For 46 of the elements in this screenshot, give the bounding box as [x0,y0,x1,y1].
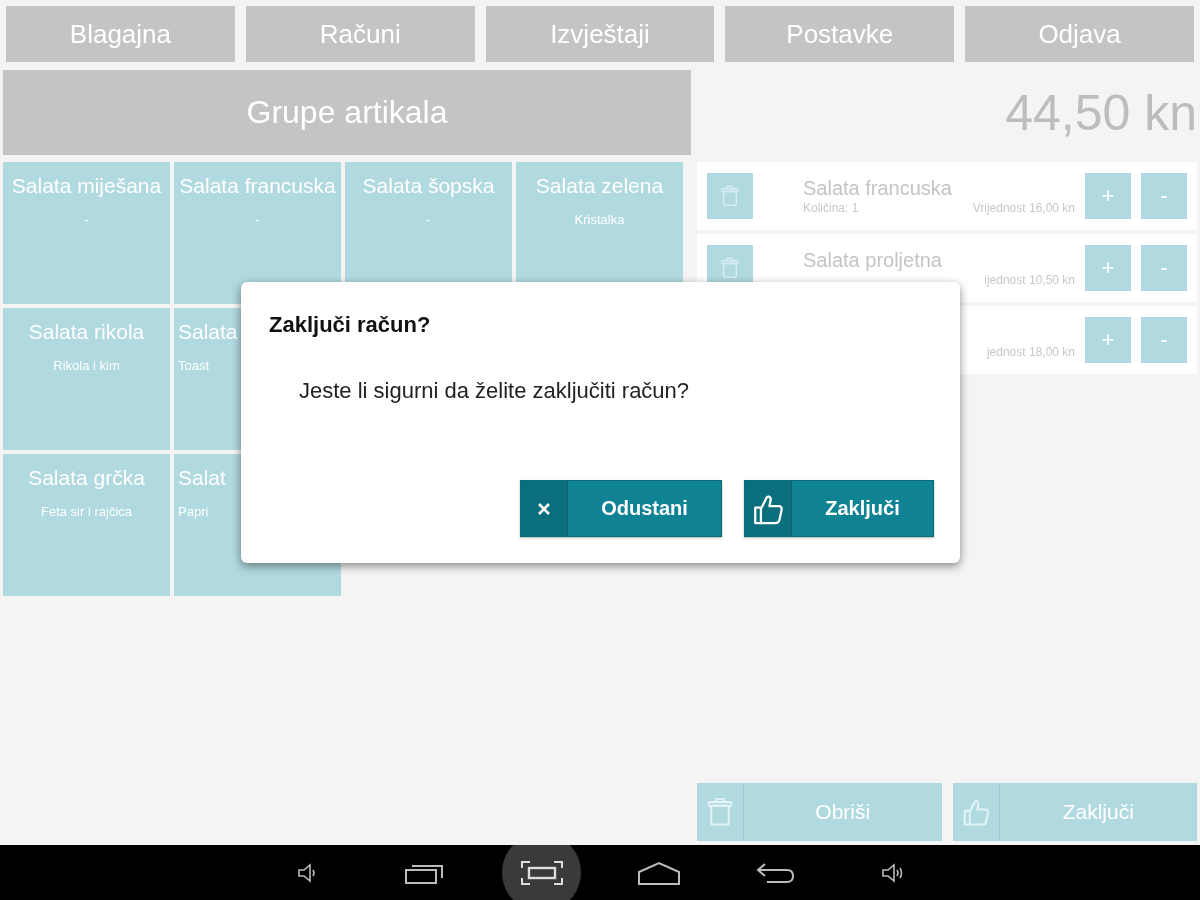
decrease-button[interactable]: - [1141,245,1187,291]
product-name: Salata francuska [179,173,336,199]
increase-button[interactable]: + [1085,245,1131,291]
increase-button[interactable]: + [1085,173,1131,219]
product-description: Feta sir i rajčica [41,504,132,519]
trash-icon [705,795,735,829]
close-icon [536,500,552,517]
item-name: Salata francuska [803,177,953,201]
menu-button[interactable]: Izvještaji [485,6,715,62]
decrease-button[interactable]: - [1141,317,1187,363]
decrease-button[interactable]: - [1141,173,1187,219]
dialog-message: Jeste li sigurni da želite zaključiti račun? [299,378,691,404]
product-name: Salata rikola [28,319,145,345]
product-description: Rikola i kim [53,358,120,373]
product-name: Salat [178,465,226,491]
product-description: - [255,212,260,227]
product-name: Salata miješana [11,173,162,199]
product-description: Kristalka [574,212,625,227]
product-name: Salata zelena [535,173,664,199]
product-tile[interactable]: Salata grčka Feta sir i rajčica [3,454,170,596]
delete-bill-button[interactable]: Obriši [697,783,942,841]
product-description: Papri [178,504,209,519]
product-description: - [426,212,431,227]
groups-button[interactable]: Grupe artikala [3,70,691,155]
confirm-button[interactable]: Zaključi [744,480,934,537]
cancel-button[interactable]: Odustani [520,480,722,537]
product-tile[interactable]: Salata miješana - [3,162,170,304]
product-tile[interactable]: Salata rikola Rikola i kim [3,308,170,450]
increase-button[interactable]: + [1085,317,1131,363]
home-icon [636,859,681,886]
product-tile[interactable]: Salata francuska - [174,162,341,304]
product-name: Salata [178,319,238,345]
product-name: Salata šopska [362,173,495,199]
menu-button[interactable]: Postavke [725,6,955,62]
product-name: Salata grčka [28,465,145,491]
menu-button[interactable]: Računi [245,6,475,62]
menu-button[interactable]: Blagajna [6,6,235,62]
product-description: - [84,212,89,227]
menu-button[interactable]: Odjava [965,6,1194,62]
trash-icon [719,184,741,208]
trash-icon [719,256,741,280]
dialog-title: Zaključi račun? [269,312,432,338]
product-description: Toast [178,358,210,373]
screenshot-icon [519,859,564,886]
close-bill-button[interactable]: Zaključi [952,783,1197,841]
item-name: Salata proljetna [803,249,943,273]
